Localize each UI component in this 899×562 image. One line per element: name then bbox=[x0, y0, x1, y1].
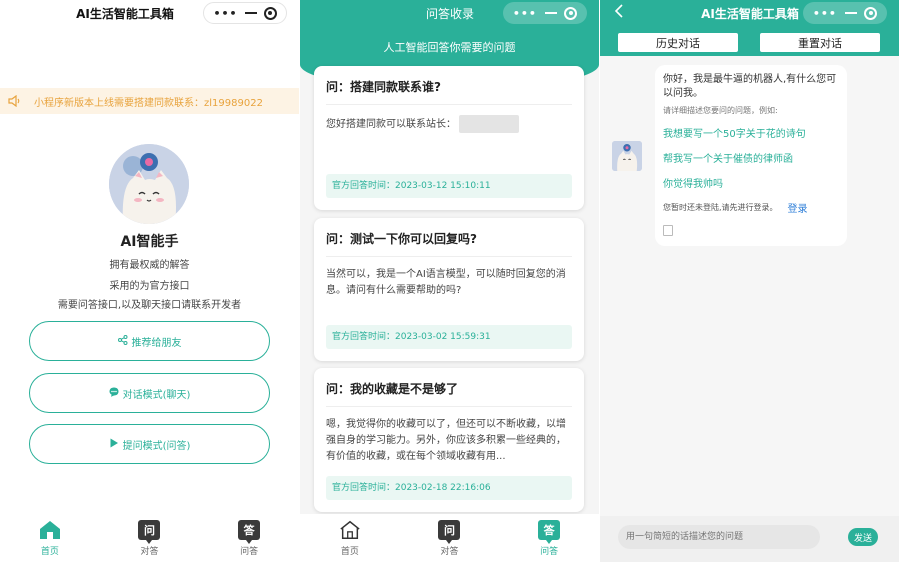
home-icon bbox=[339, 519, 361, 541]
qa-mode-label: 提问模式(问答) bbox=[122, 440, 191, 452]
bot-name: AI智能手 bbox=[120, 234, 179, 250]
capsule-menu[interactable]: ••• bbox=[203, 2, 287, 24]
qa-mode-button[interactable]: 提问模式(问答) bbox=[29, 424, 270, 464]
play-icon bbox=[109, 438, 119, 451]
qa-time: 官方回答时间：2023-03-12 15:10:11 bbox=[326, 174, 572, 198]
desc-line: 需要问答接口,以及聊天接口请联系开发者 bbox=[57, 300, 242, 311]
tab-label: 首页 bbox=[40, 547, 59, 557]
qa-time: 官方回答时间：2023-02-18 22:16:06 bbox=[326, 476, 572, 500]
send-button[interactable]: 发送 bbox=[848, 528, 878, 546]
home-screen: AI生活智能工具箱 ••• 小程序新版本上线需要搭建同款联系：zl1998902… bbox=[0, 0, 299, 562]
qa-question: 问：搭建同款联系谁? bbox=[326, 78, 572, 105]
example-question[interactable]: 帮我写一个关于催债的律师函 bbox=[663, 150, 839, 165]
tab-home[interactable]: 首页 bbox=[20, 519, 80, 557]
qa-card[interactable]: 问：搭建同款联系谁? 您好搭建同款可以联系站长： 官方回答时间：2023-03-… bbox=[314, 66, 584, 210]
login-link[interactable]: 登录 bbox=[788, 200, 808, 215]
avatar bbox=[109, 144, 189, 224]
reset-button[interactable]: 重置对话 bbox=[760, 33, 880, 52]
bot-avatar bbox=[612, 141, 642, 171]
answer-glyph: 答 bbox=[538, 520, 561, 544]
more-icon[interactable]: ••• bbox=[513, 8, 537, 19]
ask-icon: 问 bbox=[438, 519, 461, 544]
page-title: 问答收录 bbox=[425, 7, 474, 21]
minimize-icon[interactable] bbox=[844, 12, 857, 14]
answer-icon: 答 bbox=[238, 519, 261, 544]
ask-glyph: 问 bbox=[438, 520, 461, 544]
home-icon bbox=[39, 519, 61, 541]
blurred-contact bbox=[459, 115, 520, 133]
capsule-menu[interactable]: ••• bbox=[803, 2, 887, 24]
page-title: AI生活智能工具箱 bbox=[76, 7, 174, 21]
answer-glyph: 答 bbox=[238, 520, 261, 544]
recommend-label: 推荐给朋友 bbox=[131, 337, 182, 349]
copy-icon[interactable] bbox=[663, 225, 673, 236]
page-title: AI生活智能工具箱 bbox=[701, 7, 799, 21]
tab-home[interactable]: 首页 bbox=[320, 519, 380, 557]
example-question[interactable]: 你觉得我帅吗 bbox=[663, 175, 839, 190]
qa-question: 问：测试一下你可以回复吗? bbox=[326, 230, 572, 257]
input-bar: 发送 bbox=[600, 516, 899, 562]
speaker-icon bbox=[8, 95, 20, 107]
qa-card[interactable]: 问：测试一下你可以回复吗? 当然可以，我是一个AI语言模型，可以随时回复您的消息… bbox=[314, 218, 584, 361]
qa-answer-text: 您好搭建同款可以联系站长： bbox=[326, 119, 456, 130]
hint-text: 请详细描述您要问的问题，例如: bbox=[663, 106, 778, 115]
chat-screen: AI生活智能工具箱 ••• 历史对话 重置对话 你好，我是最牛逼的机器人,有什么… bbox=[600, 0, 899, 562]
close-target-icon[interactable] bbox=[564, 6, 578, 20]
login-row: 您暂时还未登陆,请先进行登录。 登录 bbox=[663, 200, 839, 215]
share-icon bbox=[117, 334, 128, 348]
example-question[interactable]: 我想要写一个50字关于花的诗句 bbox=[663, 125, 839, 140]
greeting-text: 你好，我是最牛逼的机器人,有什么您可以问我。 bbox=[663, 74, 837, 99]
minimize-icon[interactable] bbox=[244, 12, 257, 14]
tab-label: 对答 bbox=[140, 547, 159, 557]
qa-answer: 您好搭建同款可以联系站长： bbox=[326, 115, 572, 133]
close-target-icon[interactable] bbox=[864, 6, 878, 20]
tab-label: 问答 bbox=[540, 547, 559, 557]
tab-bar: 首页 问 对答 答 问答 bbox=[300, 514, 599, 562]
desc-line: 拥有最权威的解答 bbox=[109, 260, 190, 271]
ask-glyph: 问 bbox=[138, 520, 161, 544]
qa-subtitle: 人工智能回答你需要的问题 bbox=[383, 41, 516, 54]
back-icon[interactable] bbox=[614, 4, 624, 22]
recommend-button[interactable]: 推荐给朋友 bbox=[29, 321, 270, 361]
tab-ask[interactable]: 问 对答 bbox=[119, 519, 179, 557]
notice-bar: 小程序新版本上线需要搭建同款联系：zl19989022 bbox=[0, 88, 299, 114]
qa-card[interactable]: 问：我的收藏是不是够了 嗯，我觉得你的收藏可以了，但还可以不断收藏，以增强自身的… bbox=[314, 368, 584, 512]
bot-message-bubble: 你好，我是最牛逼的机器人,有什么您可以问我。 请详细描述您要问的问题，例如: 我… bbox=[655, 65, 847, 246]
ask-icon: 问 bbox=[138, 519, 161, 544]
more-icon[interactable]: ••• bbox=[213, 8, 237, 19]
qa-answer: 嗯，我觉得你的收藏可以了，但还可以不断收藏，以增强自身的学习能力。另外，你应该多… bbox=[326, 419, 566, 462]
chat-mode-label: 对话模式(聊天) bbox=[122, 389, 191, 401]
chat-mode-button[interactable]: 对话模式(聊天) bbox=[29, 373, 270, 413]
minimize-icon[interactable] bbox=[544, 12, 557, 14]
question-input[interactable] bbox=[618, 525, 820, 549]
tab-ask[interactable]: 问 对答 bbox=[419, 519, 479, 557]
tab-label: 问答 bbox=[240, 547, 259, 557]
capsule-menu[interactable]: ••• bbox=[503, 2, 587, 24]
history-button[interactable]: 历史对话 bbox=[618, 33, 738, 52]
qa-question: 问：我的收藏是不是够了 bbox=[326, 380, 572, 407]
qa-answer: 当然可以，我是一个AI语言模型，可以随时回复您的消息。请问有什么需要帮助的吗? bbox=[326, 269, 566, 296]
tab-bar: 首页 问 对答 答 问答 bbox=[0, 514, 299, 562]
tab-answer[interactable]: 答 问答 bbox=[219, 519, 279, 557]
qa-screen: 问答收录 ••• 人工智能回答你需要的问题 问：搭建同款联系谁? 您好搭建同款可… bbox=[300, 0, 599, 562]
login-notice: 您暂时还未登陆,请先进行登录。 bbox=[663, 203, 778, 212]
tab-label: 对答 bbox=[440, 547, 459, 557]
notice-text: 小程序新版本上线需要搭建同款联系：zl19989022 bbox=[34, 97, 263, 109]
chat-icon bbox=[109, 387, 119, 400]
tab-answer[interactable]: 答 问答 bbox=[519, 519, 579, 557]
qa-time: 官方回答时间：2023-03-02 15:59:31 bbox=[326, 325, 572, 349]
more-icon[interactable]: ••• bbox=[813, 8, 837, 19]
close-target-icon[interactable] bbox=[263, 6, 277, 20]
tab-label: 首页 bbox=[340, 547, 359, 557]
desc-line: 采用的为官方接口 bbox=[109, 281, 190, 292]
answer-icon: 答 bbox=[538, 519, 561, 544]
